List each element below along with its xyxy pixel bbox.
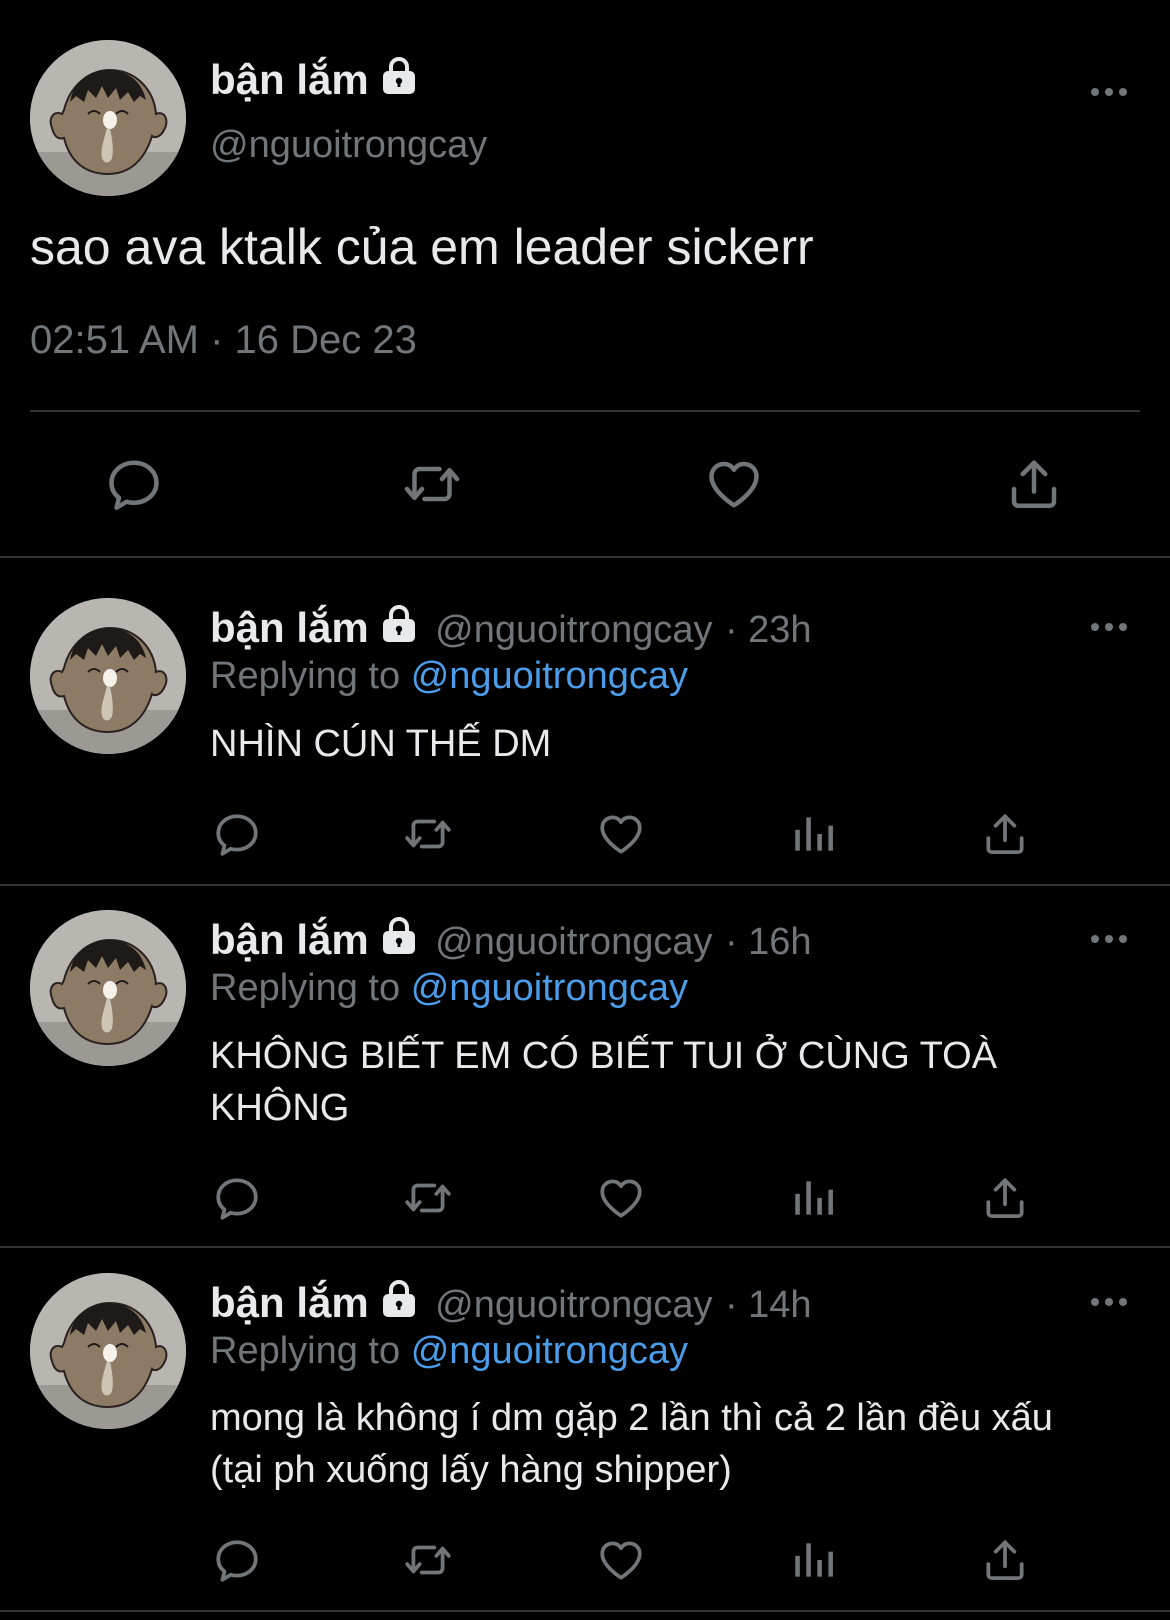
- divider: [30, 410, 1140, 412]
- divider: [0, 1610, 1170, 1612]
- like-icon[interactable]: [596, 1173, 646, 1223]
- retweet-icon[interactable]: [403, 1535, 453, 1585]
- more-icon[interactable]: [1090, 1297, 1128, 1307]
- display-name[interactable]: bận lắm: [210, 56, 419, 104]
- reply-header: bận lắm @nguoitrongcay · 23h: [210, 604, 812, 652]
- tweet-timestamp[interactable]: 02:51 AM · 16 Dec 23: [30, 318, 417, 363]
- display-name[interactable]: bận lắm: [210, 916, 369, 963]
- replying-to: Replying to @nguoitrongcay: [210, 655, 688, 698]
- reply-text: NHÌN CÚN THẾ DM: [210, 723, 552, 765]
- avatar[interactable]: [30, 910, 186, 1066]
- reply-header: bận lắm @nguoitrongcay · 16h: [210, 916, 812, 964]
- like-icon[interactable]: [704, 454, 764, 514]
- lock-icon: [379, 56, 419, 96]
- reply-icon[interactable]: [212, 1535, 262, 1585]
- reply-time[interactable]: · 14h: [725, 1284, 812, 1326]
- retweet-icon[interactable]: [402, 454, 462, 514]
- more-icon[interactable]: [1090, 622, 1128, 632]
- like-icon[interactable]: [596, 1535, 646, 1585]
- divider: [0, 1246, 1170, 1248]
- retweet-icon[interactable]: [403, 1173, 453, 1223]
- share-icon[interactable]: [1004, 454, 1064, 514]
- replying-label: Replying to: [210, 1330, 401, 1372]
- share-icon[interactable]: [980, 809, 1030, 859]
- reply-time[interactable]: · 23h: [725, 609, 812, 651]
- tweet-text: sao ava ktalk của em leader sickerr: [30, 219, 814, 275]
- reply-icon[interactable]: [212, 1173, 262, 1223]
- retweet-icon[interactable]: [403, 809, 453, 859]
- reply-header: bận lắm @nguoitrongcay · 14h: [210, 1279, 812, 1327]
- like-icon[interactable]: [596, 809, 646, 859]
- avatar[interactable]: [30, 1273, 186, 1429]
- avatar[interactable]: [30, 598, 186, 754]
- views-icon[interactable]: [789, 1535, 839, 1585]
- avatar[interactable]: [30, 40, 186, 196]
- reply-icon[interactable]: [212, 809, 262, 859]
- replying-to: Replying to @nguoitrongcay: [210, 1330, 688, 1373]
- reply-time[interactable]: · 16h: [725, 921, 812, 963]
- lock-icon: [379, 604, 419, 644]
- display-name-text[interactable]: bận lắm: [210, 56, 369, 103]
- lock-icon: [379, 916, 419, 956]
- replying-to: Replying to @nguoitrongcay: [210, 967, 688, 1010]
- views-icon[interactable]: [789, 809, 839, 859]
- share-icon[interactable]: [980, 1535, 1030, 1585]
- lock-icon: [379, 1279, 419, 1319]
- replying-handle-link[interactable]: @nguoitrongcay: [411, 655, 688, 697]
- display-name[interactable]: bận lắm: [210, 604, 369, 651]
- divider: [0, 556, 1170, 558]
- divider: [0, 884, 1170, 886]
- replying-handle-link[interactable]: @nguoitrongcay: [411, 1330, 688, 1372]
- handle[interactable]: @nguoitrongcay: [435, 1284, 712, 1326]
- reply-text: mong là không í dm gặp 2 lần thì cả 2 lầ…: [210, 1397, 1053, 1491]
- replying-label: Replying to: [210, 967, 401, 1009]
- reply-text: KHÔNG BIẾT EM CÓ BIẾT TUI Ở CÙNG TOÀ KHÔ…: [210, 1035, 998, 1129]
- more-icon[interactable]: [1090, 934, 1128, 944]
- handle[interactable]: @nguoitrongcay: [435, 921, 712, 963]
- more-icon[interactable]: [1090, 87, 1128, 97]
- views-icon[interactable]: [789, 1173, 839, 1223]
- reply-icon[interactable]: [104, 454, 164, 514]
- display-name[interactable]: bận lắm: [210, 1279, 369, 1326]
- handle[interactable]: @nguoitrongcay: [435, 609, 712, 651]
- handle[interactable]: @nguoitrongcay: [210, 124, 487, 167]
- replying-label: Replying to: [210, 655, 401, 697]
- replying-handle-link[interactable]: @nguoitrongcay: [411, 967, 688, 1009]
- share-icon[interactable]: [980, 1173, 1030, 1223]
